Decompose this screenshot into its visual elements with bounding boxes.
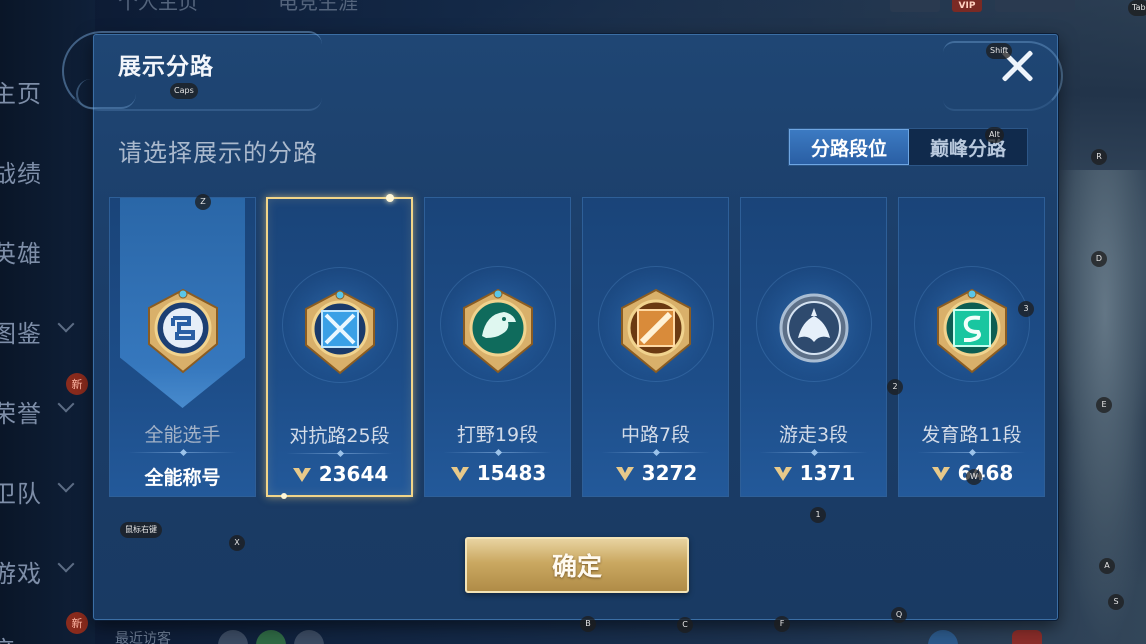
card-divider <box>443 452 552 453</box>
key-hint: Tab <box>1128 0 1146 16</box>
card-divider <box>759 452 868 453</box>
confirm-button[interactable]: 确定 <box>465 537 689 593</box>
nav-item-guard[interactable]: 卫队 <box>0 474 42 509</box>
card-score-value: 15483 <box>476 461 547 485</box>
key-hint: Caps <box>170 83 198 99</box>
nav-item-gallery[interactable]: 图鉴 <box>0 314 42 349</box>
dialog-subtitle: 请选择展示的分路 <box>118 139 318 167</box>
key-hint: X <box>229 535 245 551</box>
nav-item-record[interactable]: 战绩 <box>0 154 42 189</box>
generic-role-emblem-icon <box>147 288 218 374</box>
card-divider <box>286 453 393 454</box>
chevron-down-icon <box>57 395 75 413</box>
roam-wings-emblem-icon <box>779 293 848 363</box>
key-hint: R <box>1091 149 1107 165</box>
top-button[interactable] <box>995 0 1075 12</box>
vip-badge: VIP <box>952 0 982 12</box>
key-hint: C <box>677 617 693 633</box>
card-name: 游走3段 <box>778 424 849 446</box>
card-divider <box>128 452 237 453</box>
card-name: 中路7段 <box>620 424 691 446</box>
card-name: 全能选手 <box>144 424 221 446</box>
chevron-down-icon <box>57 315 75 333</box>
card-score-label: 全能称号 <box>144 467 221 489</box>
key-hint: 2 <box>887 379 903 395</box>
card-score-value: 3272 <box>641 461 698 485</box>
rank-points-icon <box>450 467 469 481</box>
clash-lane-emblem-icon <box>304 289 375 375</box>
key-hint: 鼠标右键 <box>120 522 162 538</box>
card-divider <box>917 452 1026 453</box>
card-score: 3272 <box>583 461 728 485</box>
rank-points-icon <box>615 467 634 481</box>
card-name: 发育路11段 <box>921 424 1022 446</box>
jungle-dragon-emblem-icon <box>462 288 533 374</box>
card-score: 1371 <box>741 461 886 485</box>
chevron-down-icon <box>57 475 75 493</box>
key-hint: E <box>1096 397 1112 413</box>
tab-peak-lane[interactable]: 巅峰分路 <box>909 129 1027 165</box>
card-score-value: 1371 <box>799 461 856 485</box>
nav-item-games[interactable]: 游戏 <box>0 554 42 589</box>
lane-card-mid[interactable]: 中路7段 3272 <box>582 197 729 497</box>
key-hint: W <box>966 469 982 485</box>
farm-lane-emblem-icon <box>936 288 1007 374</box>
card-name: 对抗路25段 <box>289 425 390 447</box>
new-badge: 新 <box>66 373 88 395</box>
dialog-title: 展示分路 <box>118 54 214 80</box>
lane-card-all-round[interactable]: 全能选手 全能称号 <box>109 197 256 497</box>
rank-points-icon <box>773 467 792 481</box>
lane-card-roam[interactable]: 游走3段 1371 <box>740 197 887 497</box>
top-tab-profile[interactable]: 个人主页 <box>118 0 198 15</box>
new-badge: 新 <box>66 612 88 634</box>
lane-card-jungle[interactable]: 打野19段 15483 <box>424 197 571 497</box>
decorative-swirl <box>76 79 136 109</box>
lane-card-clash[interactable]: 对抗路25段 23644 <box>266 194 413 499</box>
display-lane-dialog: 展示分路 请选择展示的分路 分路段位 巅峰分路 全能选手 全能称号 对抗路25段… <box>62 31 1063 620</box>
card-score: 23644 <box>268 462 411 486</box>
recent-visitors-label: 最近访客 <box>115 631 171 644</box>
card-name: 打野19段 <box>456 424 539 446</box>
key-hint: Alt <box>985 127 1004 143</box>
key-hint: A <box>1099 558 1115 574</box>
top-button[interactable] <box>890 0 940 12</box>
key-hint: D <box>1091 251 1107 267</box>
mid-lane-emblem-icon <box>620 288 691 374</box>
key-hint: F <box>774 616 790 632</box>
key-hint: S <box>1108 594 1124 610</box>
key-hint: Shift <box>986 43 1013 59</box>
key-hint: 3 <box>1018 301 1034 317</box>
key-hint: B <box>580 616 596 632</box>
action-icon[interactable] <box>1012 630 1042 644</box>
card-divider <box>601 452 710 453</box>
chevron-down-icon <box>57 555 75 573</box>
tab-lane-rank[interactable]: 分路段位 <box>789 129 909 165</box>
key-hint: 1 <box>810 507 826 523</box>
rank-points-icon <box>931 467 950 481</box>
nav-item-relatives[interactable]: 亲 <box>0 630 17 644</box>
card-score: 15483 <box>425 461 570 485</box>
nav-item-honor[interactable]: 荣誉 <box>0 394 42 429</box>
top-tab-esports[interactable]: 电竞生涯 <box>278 0 358 15</box>
nav-item-heroes[interactable]: 英雄 <box>0 234 42 269</box>
nav-item-home[interactable]: 主页 <box>0 74 42 109</box>
lane-card-farm[interactable]: 发育路11段 6468 <box>898 197 1045 497</box>
card-score-value: 23644 <box>318 462 389 486</box>
lane-cards: 全能选手 全能称号 对抗路25段 23644 打野19段 15483 中路7段 … <box>109 194 1045 499</box>
key-hint: Q <box>891 607 907 623</box>
key-hint: Z <box>195 194 211 210</box>
rank-points-icon <box>292 468 311 482</box>
